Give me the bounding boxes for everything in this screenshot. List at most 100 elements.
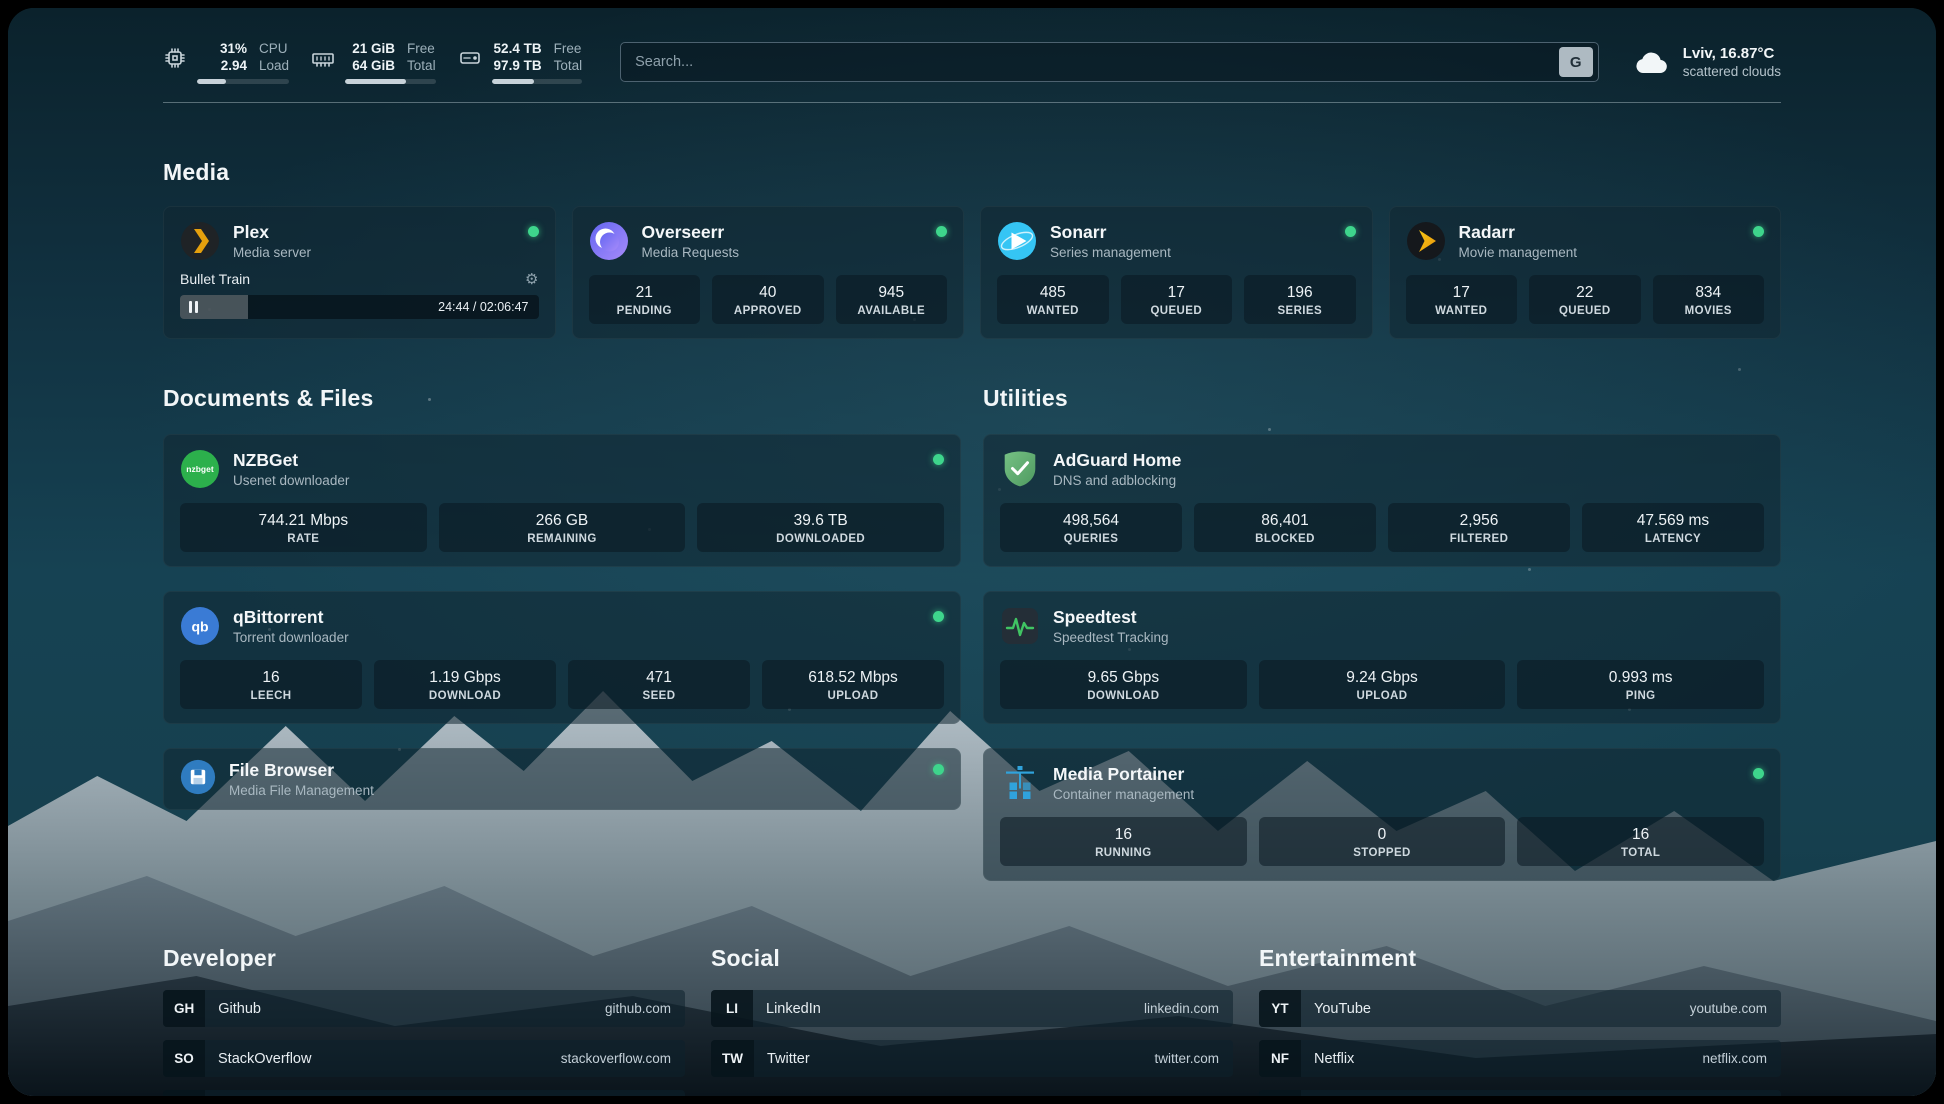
bookmark-abbr: SO (163, 1040, 205, 1077)
cloud-icon (1633, 47, 1671, 77)
service-card-filebrowser[interactable]: File Browser Media File Management (163, 748, 961, 810)
stat-queries: 498,564QUERIES (1000, 503, 1182, 552)
header-divider (163, 102, 1781, 103)
bookmark-url: linkedin.com (1144, 1001, 1233, 1016)
svg-text:nzbget: nzbget (186, 464, 214, 474)
bookmark-abbr: RE (1259, 1090, 1301, 1096)
stat-seed: 471SEED (568, 660, 750, 709)
stat-download: 1.19 GbpsDOWNLOAD (374, 660, 556, 709)
bookmark-reddit[interactable]: RE Reddit reddit.com (1259, 1090, 1781, 1096)
stat-queued: 22QUEUED (1529, 275, 1641, 324)
service-name: Speedtest (1053, 606, 1169, 628)
stat-upload: 618.52 MbpsUPLOAD (762, 660, 944, 709)
entertainment-section-title: Entertainment (1259, 945, 1781, 972)
disk-widget: 52.4 TB 97.9 TB Free Total (458, 40, 583, 84)
search-provider-button[interactable]: G (1559, 47, 1593, 77)
bookmark-abbr: LI (711, 990, 753, 1027)
developer-section-title: Developer (163, 945, 685, 972)
pause-icon[interactable] (189, 301, 198, 313)
service-desc: Media File Management (229, 782, 374, 799)
bookmark-name: Netflix (1314, 1051, 1354, 1067)
bookmark-name: Github (218, 1001, 261, 1017)
service-name: Overseerr (642, 221, 740, 243)
stat-downloaded: 39.6 TBDOWNLOADED (697, 503, 944, 552)
status-dot (936, 226, 947, 237)
section-documents: Documents & Files nzbget NZBGet Usenet d… (163, 385, 961, 810)
stat-queued: 17QUEUED (1121, 275, 1233, 324)
stat-approved: 40APPROVED (712, 275, 824, 324)
disk-total-label: Total (554, 57, 583, 74)
bookmark-linkedin[interactable]: LI LinkedIn linkedin.com (711, 990, 1233, 1027)
weather-widget: Lviv, 16.87°C scattered clouds (1633, 44, 1781, 80)
service-card-nzbget[interactable]: nzbget NZBGet Usenet downloader 744.21 M… (163, 434, 961, 567)
bookmark-group-entertainment: Entertainment YT YouTube youtube.com NF … (1259, 945, 1781, 1096)
stat-pending: 21PENDING (589, 275, 701, 324)
bookmark-group-social: Social LI LinkedIn linkedin.com TW Twitt… (711, 945, 1233, 1090)
service-desc: Speedtest Tracking (1053, 629, 1169, 646)
disk-free-label: Free (554, 40, 582, 57)
service-card-portainer[interactable]: Media Portainer Container management 16R… (983, 748, 1781, 881)
stat-upload: 9.24 GbpsUPLOAD (1259, 660, 1506, 709)
service-card-radarr[interactable]: Radarr Movie management 17WANTED 22QUEUE… (1389, 206, 1782, 339)
search-bar: G (620, 42, 1599, 82)
service-desc: Usenet downloader (233, 472, 349, 489)
stat-wanted: 17WANTED (1406, 275, 1518, 324)
overseerr-icon (589, 221, 629, 261)
utilities-section-title: Utilities (983, 385, 1781, 412)
service-name: NZBGet (233, 449, 349, 471)
bookmark-dev[interactable]: DT DEV dev.to (163, 1090, 685, 1096)
section-utilities: Utilities AdGuard Home DNS and (983, 385, 1781, 881)
search-input[interactable] (635, 54, 1559, 70)
snow-specks (8, 8, 11, 11)
cpu-load-value: 2.94 (221, 57, 247, 74)
memory-icon (311, 46, 335, 70)
now-playing-title: Bullet Train (180, 271, 250, 287)
bookmark-abbr: DT (163, 1090, 205, 1096)
stat-movies: 834MOVIES (1653, 275, 1765, 324)
disk-icon (458, 46, 482, 70)
service-desc: Movie management (1459, 244, 1578, 261)
service-desc: Container management (1053, 786, 1194, 803)
bookmark-url: github.com (605, 1001, 685, 1016)
stat-series: 196SERIES (1244, 275, 1356, 324)
service-desc: Series management (1050, 244, 1171, 261)
memory-total-label: Total (407, 57, 436, 74)
weather-condition: scattered clouds (1683, 63, 1781, 80)
bookmark-name: LinkedIn (766, 1001, 821, 1017)
service-name: Sonarr (1050, 221, 1171, 243)
service-card-plex[interactable]: Plex Media server Bullet Train ⚙ 24:44 /… (163, 206, 556, 339)
bookmark-abbr: NF (1259, 1040, 1301, 1077)
dashboard-frame: 31% 2.94 CPU Load (8, 8, 1936, 1096)
stat-latency: 47.569 msLATENCY (1582, 503, 1764, 552)
cpu-load-label: Load (259, 57, 289, 74)
service-desc: DNS and adblocking (1053, 472, 1181, 489)
service-card-sonarr[interactable]: Sonarr Series management 485WANTED 17QUE… (980, 206, 1373, 339)
service-card-adguard[interactable]: AdGuard Home DNS and adblocking 498,564Q… (983, 434, 1781, 567)
bookmark-stackoverflow[interactable]: SO StackOverflow stackoverflow.com (163, 1040, 685, 1077)
service-card-qbittorrent[interactable]: qb qBittorrent Torrent downloader 16LEEC… (163, 591, 961, 724)
service-desc: Media Requests (642, 244, 740, 261)
disk-progress-bar (492, 79, 583, 84)
memory-progress-bar (345, 79, 436, 84)
bookmark-netflix[interactable]: NF Netflix netflix.com (1259, 1040, 1781, 1077)
radarr-icon (1406, 221, 1446, 261)
cpu-icon (163, 46, 187, 70)
bookmark-github[interactable]: GH Github github.com (163, 990, 685, 1027)
memory-widget: 21 GiB 64 GiB Free Total (311, 40, 436, 84)
service-name: AdGuard Home (1053, 449, 1181, 471)
stat-blocked: 86,401BLOCKED (1194, 503, 1376, 552)
service-card-overseerr[interactable]: Overseerr Media Requests 21PENDING 40APP… (572, 206, 965, 339)
plex-progress-bar[interactable]: 24:44 / 02:06:47 (180, 295, 539, 319)
status-dot (933, 454, 944, 465)
bookmark-twitter[interactable]: TW Twitter twitter.com (711, 1040, 1233, 1077)
bookmark-youtube[interactable]: YT YouTube youtube.com (1259, 990, 1781, 1027)
cpu-usage-label: CPU (259, 40, 288, 57)
service-desc: Media server (233, 244, 311, 261)
service-name: qBittorrent (233, 606, 349, 628)
stat-leech: 16LEECH (180, 660, 362, 709)
social-section-title: Social (711, 945, 1233, 972)
service-name: Plex (233, 221, 311, 243)
service-card-speedtest[interactable]: Speedtest Speedtest Tracking 9.65 GbpsDO… (983, 591, 1781, 724)
bookmark-url: youtube.com (1690, 1001, 1781, 1016)
settings-icon[interactable]: ⚙ (525, 272, 538, 287)
